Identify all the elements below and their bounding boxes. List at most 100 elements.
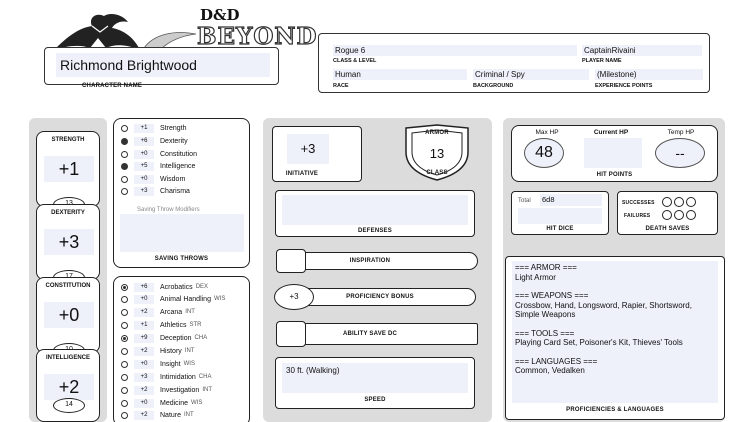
- max-hp-value[interactable]: 48: [524, 138, 564, 168]
- save-name: Wisdom: [160, 175, 186, 183]
- ability-constitution: CONSTITUTION +0 10: [36, 277, 100, 358]
- failure-checks: [662, 210, 696, 220]
- save-modifiers-field[interactable]: [120, 214, 244, 252]
- skill-name: Deception: [160, 334, 192, 342]
- proficiency-value: +3: [274, 284, 314, 310]
- proficiency-dot-icon: [121, 386, 128, 394]
- skill-attr: DEX: [195, 284, 209, 290]
- save-row-dexterity[interactable]: +6 Dexterity: [121, 135, 188, 147]
- skill-attr: CHA: [198, 374, 212, 380]
- skill-attr: WIS: [213, 296, 226, 302]
- armor-class-value[interactable]: 13: [398, 146, 476, 161]
- ability-score[interactable]: 14: [53, 398, 85, 413]
- race-field[interactable]: Human: [333, 69, 467, 80]
- skill-attr: CHA: [194, 335, 208, 341]
- failure-circle-icon[interactable]: [674, 210, 684, 220]
- initiative-value[interactable]: +3: [287, 134, 329, 164]
- ability-modifier[interactable]: +2: [44, 374, 94, 400]
- inspiration-label: INSPIRATION: [349, 258, 391, 264]
- skill-attr: INT: [202, 387, 212, 393]
- ability-intelligence: INTELLIGENCE +2 14: [36, 349, 100, 422]
- proficiency-dot-icon: [121, 150, 128, 158]
- failure-circle-icon[interactable]: [662, 210, 672, 220]
- proficiency-dot-icon: [121, 124, 128, 132]
- success-circle-icon[interactable]: [674, 197, 684, 207]
- skill-row-insight[interactable]: +0 Insight WIS: [121, 358, 195, 370]
- skill-row-nature[interactable]: +2 Nature INT: [121, 409, 194, 421]
- background-label: BACKGROUND: [473, 83, 514, 89]
- character-info-panel: Rogue 6 CLASS & LEVEL CaptainRivaini PLA…: [318, 33, 710, 93]
- background-field[interactable]: Criminal / Spy: [473, 69, 589, 80]
- initiative-box: +3 INITIATIVE: [272, 126, 362, 182]
- save-bonus: +5: [134, 161, 154, 171]
- skill-row-deception[interactable]: +9 Deception CHA: [121, 332, 207, 344]
- skill-row-intimidation[interactable]: +3 Intimidation CHA: [121, 371, 211, 383]
- save-name: Charisma: [160, 187, 190, 195]
- skill-bonus: +2: [134, 385, 154, 395]
- skill-row-acrobatics[interactable]: +6 Acrobatics DEX: [121, 281, 208, 293]
- inspiration-toggle[interactable]: [276, 249, 306, 273]
- player-name-field[interactable]: CaptainRivaini: [582, 45, 702, 56]
- temp-hp-value[interactable]: --: [655, 138, 705, 168]
- character-name-field[interactable]: Richmond Brightwood: [56, 53, 270, 77]
- save-row-charisma[interactable]: +3 Charisma: [121, 185, 190, 197]
- expertise-dot-icon: [121, 334, 128, 342]
- skill-attr: INT: [184, 348, 195, 354]
- save-row-intelligence[interactable]: +5 Intelligence: [121, 160, 195, 172]
- successes-label: SUCCESSES: [622, 200, 655, 206]
- ability-modifier[interactable]: +0: [44, 302, 94, 328]
- speed-value[interactable]: 30 ft. (Walking): [282, 363, 468, 393]
- save-modifiers-label: Saving Throw Modifiers: [137, 207, 200, 213]
- skill-bonus: +0: [134, 359, 154, 369]
- skill-name: Acrobatics: [160, 283, 193, 291]
- ability-modifier[interactable]: +3: [44, 229, 94, 255]
- skill-name: Intimidation: [160, 373, 196, 381]
- success-circle-icon[interactable]: [686, 197, 696, 207]
- ability-name: DEXTERITY: [51, 210, 85, 216]
- proficiency-dot-icon: [121, 162, 128, 170]
- ability-modifier[interactable]: +1: [44, 156, 94, 182]
- skill-attr: WIS: [183, 361, 195, 367]
- experience-field[interactable]: (Milestone): [595, 69, 703, 80]
- tools-heading: === TOOLS ===: [515, 328, 575, 338]
- hit-dice-label: HIT DICE: [546, 226, 574, 232]
- save-bonus: +0: [134, 149, 154, 159]
- ability-strength: STRENGTH +1 13: [36, 131, 100, 212]
- proficiency-dot-icon: [121, 295, 128, 303]
- ability-dexterity: DEXTERITY +3 17: [36, 204, 100, 285]
- tools-list: Playing Card Set, Poisoner's Kit, Thieve…: [515, 338, 683, 347]
- skill-attr: WIS: [191, 400, 203, 406]
- save-dc-value-box[interactable]: [276, 321, 306, 347]
- skill-row-arcana[interactable]: +2 Arcana INT: [121, 306, 195, 318]
- save-row-strength[interactable]: +1 Strength: [121, 122, 186, 134]
- defenses-box: DEFENSES: [275, 190, 475, 237]
- skill-row-history[interactable]: +2 History INT: [121, 345, 194, 357]
- skill-attr: STR: [189, 322, 202, 328]
- hit-dice-field[interactable]: [518, 208, 602, 224]
- skill-row-animal-handling[interactable]: +0 Animal Handling WIS: [121, 293, 225, 305]
- save-bonus: +3: [134, 186, 154, 196]
- defenses-field[interactable]: [282, 195, 468, 225]
- current-hp-field[interactable]: [584, 138, 642, 168]
- proficiency-dot-icon: [121, 321, 128, 329]
- skill-row-medicine[interactable]: +0 Medicine WIS: [121, 397, 202, 409]
- skill-name: Animal Handling: [160, 295, 211, 303]
- skill-name: Medicine: [160, 399, 189, 407]
- success-circle-icon[interactable]: [662, 197, 672, 207]
- player-name-label: PLAYER NAME: [582, 58, 622, 64]
- hit-dice-total[interactable]: 6d8: [540, 194, 602, 206]
- skill-bonus: +1: [134, 320, 154, 330]
- failure-circle-icon[interactable]: [686, 210, 696, 220]
- defenses-label: DEFENSES: [358, 228, 392, 234]
- hit-dice-box: Total 6d8 HIT DICE: [511, 191, 609, 235]
- logo-beyond-text: BEYOND: [196, 22, 318, 50]
- save-row-wisdom[interactable]: +0 Wisdom: [121, 173, 185, 185]
- skill-attr: INT: [185, 309, 195, 315]
- proficiencies-field[interactable]: === ARMOR === Light Armor === WEAPONS ==…: [512, 261, 718, 403]
- save-row-constitution[interactable]: +0 Constitution: [121, 148, 197, 160]
- skill-row-investigation[interactable]: +2 Investigation INT: [121, 384, 212, 396]
- temp-hp-label: Temp HP: [667, 129, 695, 136]
- skill-row-athletics[interactable]: +1 Athletics STR: [121, 319, 201, 331]
- proficiency-dot-icon: [121, 137, 128, 145]
- class-level-field[interactable]: Rogue 6: [333, 45, 577, 56]
